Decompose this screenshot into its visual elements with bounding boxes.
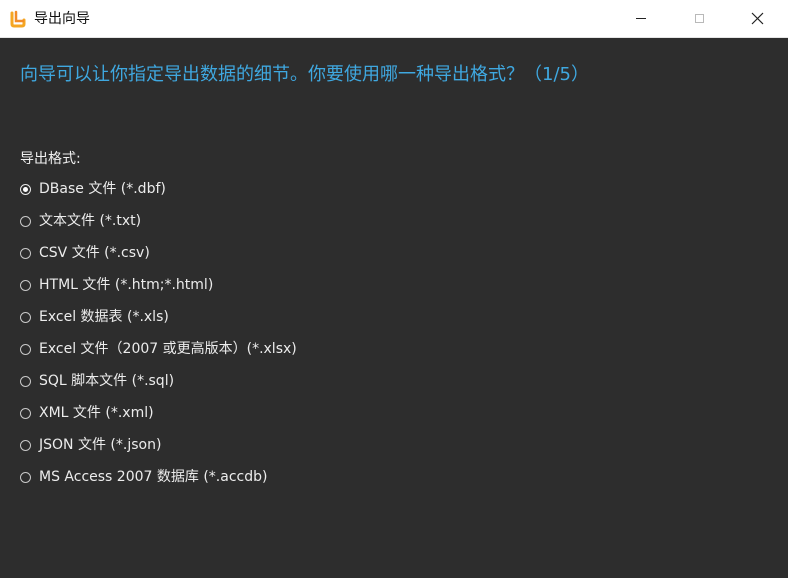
radio-button[interactable] — [20, 215, 31, 227]
minimize-button[interactable] — [618, 0, 664, 37]
radio-button[interactable] — [20, 407, 31, 419]
option-label: Excel 文件（2007 或更高版本）(*.xlsx) — [39, 341, 297, 357]
minimize-icon — [636, 18, 646, 19]
title-bar: 导出向导 — [0, 0, 788, 38]
option-dbase[interactable]: DBase 文件 (*.dbf) — [20, 179, 297, 199]
export-format-options: DBase 文件 (*.dbf) 文本文件 (*.txt) CSV 文件 (*.… — [20, 179, 297, 499]
option-label: SQL 脚本文件 (*.sql) — [39, 373, 175, 389]
radio-button[interactable] — [20, 471, 31, 483]
radio-button[interactable] — [20, 439, 31, 451]
option-html[interactable]: HTML 文件 (*.htm;*.html) — [20, 275, 297, 295]
radio-button[interactable] — [20, 183, 31, 195]
option-accdb[interactable]: MS Access 2007 数据库 (*.accdb) — [20, 467, 297, 487]
radio-button[interactable] — [20, 311, 31, 323]
option-label: MS Access 2007 数据库 (*.accdb) — [39, 469, 268, 485]
option-label: 文本文件 (*.txt) — [39, 213, 142, 229]
option-txt[interactable]: 文本文件 (*.txt) — [20, 211, 297, 231]
radio-button[interactable] — [20, 343, 31, 355]
app-logo-icon — [10, 10, 26, 28]
maximize-button[interactable] — [676, 0, 722, 37]
option-xml[interactable]: XML 文件 (*.xml) — [20, 403, 297, 423]
window-title: 导出向导 — [34, 11, 90, 27]
option-label: DBase 文件 (*.dbf) — [39, 181, 166, 197]
close-icon — [751, 12, 763, 25]
close-button[interactable] — [734, 0, 780, 37]
option-json[interactable]: JSON 文件 (*.json) — [20, 435, 297, 455]
option-label: JSON 文件 (*.json) — [39, 437, 162, 453]
option-label: XML 文件 (*.xml) — [39, 405, 154, 421]
option-label: HTML 文件 (*.htm;*.html) — [39, 277, 214, 293]
wizard-question: 向导可以让你指定导出数据的细节。你要使用哪一种导出格式？（1/5） — [20, 64, 589, 85]
option-xlsx[interactable]: Excel 文件（2007 或更高版本）(*.xlsx) — [20, 339, 297, 359]
option-label: CSV 文件 (*.csv) — [39, 245, 150, 261]
radio-button[interactable] — [20, 375, 31, 387]
radio-button[interactable] — [20, 279, 31, 291]
radio-button[interactable] — [20, 247, 31, 259]
option-label: Excel 数据表 (*.xls) — [39, 309, 169, 325]
option-csv[interactable]: CSV 文件 (*.csv) — [20, 243, 297, 263]
maximize-icon — [694, 14, 704, 23]
option-sql[interactable]: SQL 脚本文件 (*.sql) — [20, 371, 297, 391]
option-xls[interactable]: Excel 数据表 (*.xls) — [20, 307, 297, 327]
export-format-label: 导出格式: — [20, 151, 81, 167]
